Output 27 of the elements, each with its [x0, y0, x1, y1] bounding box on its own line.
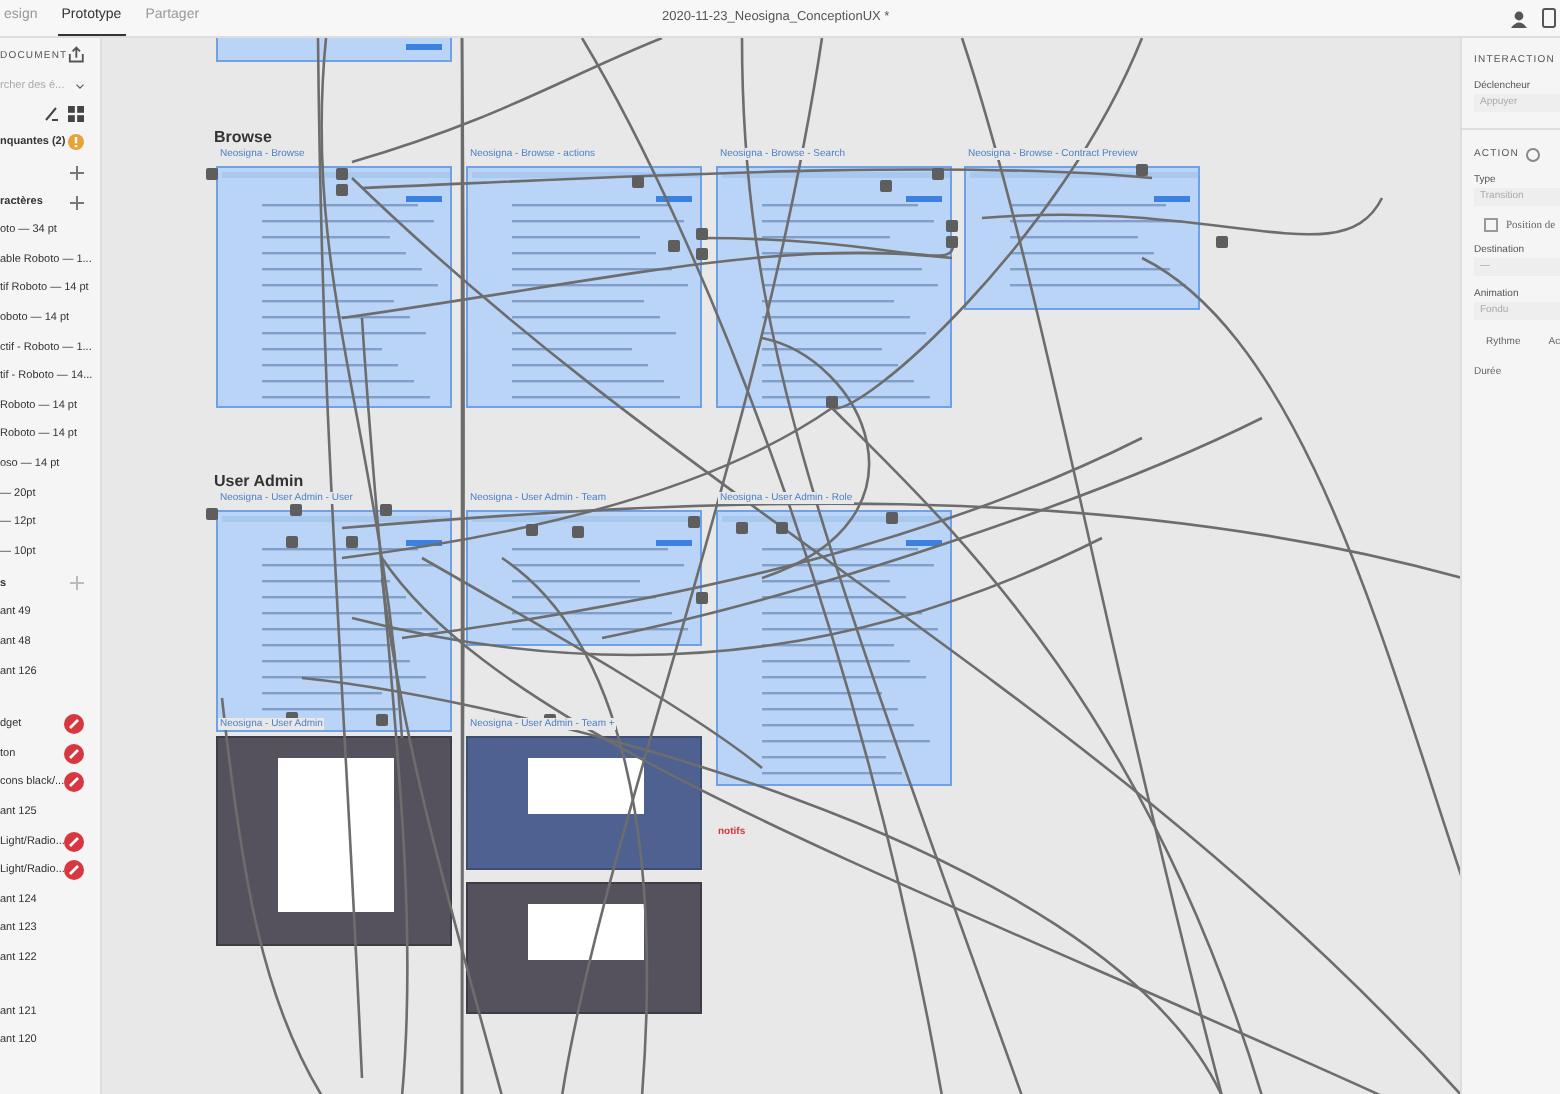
user-icon[interactable]: [1510, 9, 1528, 27]
artboard-thumbnail[interactable]: [216, 510, 452, 732]
broken-link-icon[interactable]: [64, 772, 84, 793]
artboard-thumbnail[interactable]: [466, 882, 702, 1014]
sort-icon[interactable]: [44, 106, 60, 122]
export-icon[interactable]: [67, 46, 84, 64]
broken-link-icon[interactable]: [64, 743, 84, 764]
broken-link-icon[interactable]: [64, 831, 84, 852]
artboard-thumbnail[interactable]: [216, 736, 452, 946]
artboard-thumbnail[interactable]: [466, 510, 702, 646]
grid-view-icon[interactable]: [68, 106, 84, 122]
group-title: User Admin: [214, 472, 304, 490]
artboard-thumbnail[interactable]: [466, 736, 702, 870]
phone-icon[interactable]: [1542, 8, 1556, 28]
add-icon[interactable]: [70, 195, 84, 209]
artboard-thumbnail[interactable]: [216, 166, 452, 408]
artboard-thumbnail[interactable]: [716, 166, 952, 408]
checkbox[interactable]: [1484, 218, 1498, 232]
info-icon[interactable]: [1525, 147, 1539, 161]
broken-link-icon[interactable]: [64, 860, 84, 881]
chevron-icon[interactable]: [76, 81, 84, 91]
artboard-thumbnail[interactable]: [964, 166, 1200, 310]
broken-link-icon[interactable]: [64, 714, 84, 735]
artboard-thumbnail[interactable]: [466, 166, 702, 408]
artboard-thumbnail[interactable]: [716, 510, 952, 786]
add-icon[interactable]: [70, 165, 84, 179]
group-title: Browse: [214, 128, 272, 146]
